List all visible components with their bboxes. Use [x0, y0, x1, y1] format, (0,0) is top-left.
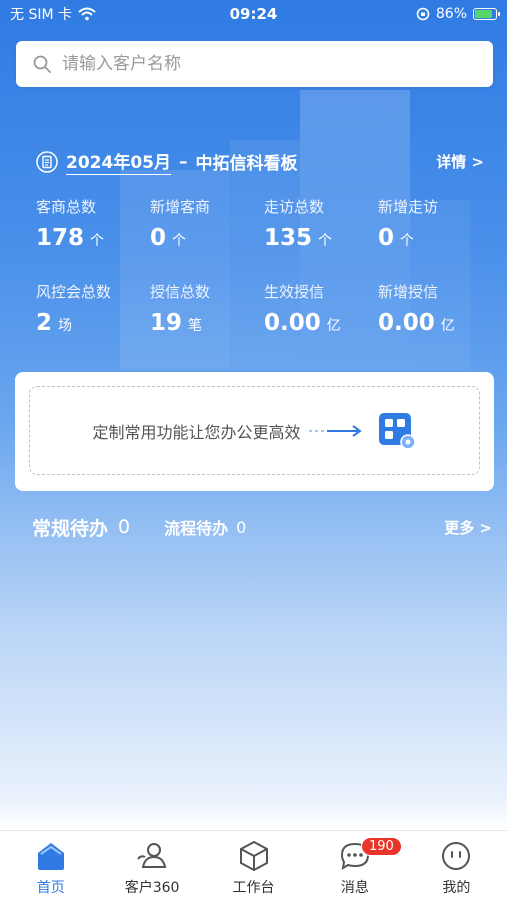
- tab-profile[interactable]: 我的: [406, 831, 507, 900]
- home-icon: [37, 843, 64, 870]
- stat-value: 178: [36, 225, 85, 251]
- stat-value: 19: [150, 310, 183, 336]
- tab-label: 首页: [36, 880, 65, 896]
- stat-label: 新增走访: [378, 198, 439, 216]
- bottom-tab-bar: 首页 客户360 工作台 190 消息 我的: [0, 830, 507, 900]
- stat-unit: 亿: [440, 318, 455, 334]
- stat-risk-meetings[interactable]: 风控会总数 2场: [36, 281, 150, 336]
- search-input[interactable]: [62, 54, 462, 74]
- tab-label: 我的: [442, 880, 471, 896]
- profile-icon: [442, 842, 471, 870]
- stat-total-visits[interactable]: 走访总数 135 个: [264, 196, 378, 251]
- customize-card: 定制常用功能让您办公更高效: [15, 372, 494, 491]
- board-title: 中拓信科看板: [195, 154, 298, 174]
- wifi-icon: [78, 7, 96, 21]
- customize-text: 定制常用功能让您办公更高效: [92, 422, 301, 442]
- tab-customer360[interactable]: 客户360: [101, 831, 202, 900]
- battery-icon: [473, 8, 500, 20]
- customer-icon: [137, 843, 167, 868]
- regular-todo-count: 0: [118, 516, 131, 538]
- stat-unit: 个: [90, 233, 105, 249]
- tab-label: 消息: [340, 880, 369, 896]
- tab-workbench[interactable]: 工作台: [203, 831, 304, 900]
- box-icon: [239, 840, 268, 872]
- title-separator: –: [178, 151, 188, 172]
- stat-unit: 笔: [188, 318, 203, 334]
- stat-new-visits[interactable]: 新增走访 0个: [378, 196, 492, 251]
- stats-grid: 客商总数 178 个 新增客商 0个 走访总数 135 个 新增走访 0个 风控会总…: [36, 196, 496, 336]
- search-icon: [33, 55, 51, 73]
- tab-messages[interactable]: 190 消息: [304, 831, 405, 900]
- stat-label: 走访总数: [264, 198, 325, 216]
- stat-label: 授信总数: [150, 283, 211, 301]
- more-link[interactable]: 更多 >: [444, 517, 492, 538]
- stat-label: 新增客商: [150, 198, 211, 216]
- tab-label: 客户360: [124, 880, 180, 896]
- stat-unit: 场: [58, 318, 73, 334]
- stat-effective-credit[interactable]: 生效授信 0.00 亿: [264, 281, 378, 336]
- month-selector[interactable]: 2024年05月: [66, 148, 171, 175]
- document-icon: [36, 150, 58, 173]
- stat-label: 生效授信: [264, 283, 325, 301]
- clock: 09:24: [229, 5, 278, 23]
- arrow-right-icon: [308, 424, 362, 437]
- stat-value: 0: [150, 225, 167, 251]
- stat-value: 0.00: [378, 310, 435, 336]
- stat-unit: 个: [318, 233, 333, 249]
- carrier-label: 无 SIM 卡: [10, 7, 72, 23]
- stat-new-credit[interactable]: 新增授信 0.00 亿: [378, 281, 492, 336]
- process-todo-count: 0: [236, 517, 247, 537]
- stat-total-customers[interactable]: 客商总数 178 个: [36, 196, 150, 251]
- stat-label: 客商总数: [36, 198, 97, 216]
- tab-regular-todo[interactable]: 常规待办: [32, 514, 108, 541]
- stat-value: 2: [36, 310, 53, 336]
- todo-bar: 常规待办 0 流程待办 0 更多 >: [32, 512, 494, 542]
- stat-value: 0.00: [264, 310, 321, 336]
- status-bar: 无 SIM 卡 09:24 86%: [0, 0, 507, 28]
- customize-functions-button[interactable]: 定制常用功能让您办公更高效: [29, 386, 480, 475]
- stat-value: 135: [264, 225, 313, 251]
- stat-new-customers[interactable]: 新增客商 0个: [150, 196, 264, 251]
- rotation-lock-icon: [416, 7, 430, 21]
- battery-percent: 86%: [435, 6, 467, 22]
- tab-home[interactable]: 首页: [0, 831, 101, 900]
- stat-label: 新增授信: [378, 283, 439, 301]
- stat-unit: 个: [172, 233, 187, 249]
- stat-value: 0: [378, 225, 395, 251]
- tab-label: 工作台: [232, 880, 275, 896]
- tab-process-todo[interactable]: 流程待办: [164, 515, 228, 539]
- stat-unit: 个: [400, 233, 415, 249]
- stat-unit: 亿: [326, 318, 341, 334]
- search-bar[interactable]: [16, 41, 493, 87]
- stat-label: 风控会总数: [36, 283, 112, 301]
- board-header: 2024年05月 – 中拓信科看板 详情 >: [36, 148, 496, 175]
- detail-link[interactable]: 详情 >: [436, 151, 484, 172]
- apps-grid-icon: [378, 412, 416, 450]
- unread-badge: 190: [361, 837, 402, 856]
- stat-total-credits[interactable]: 授信总数 19 笔: [150, 281, 264, 336]
